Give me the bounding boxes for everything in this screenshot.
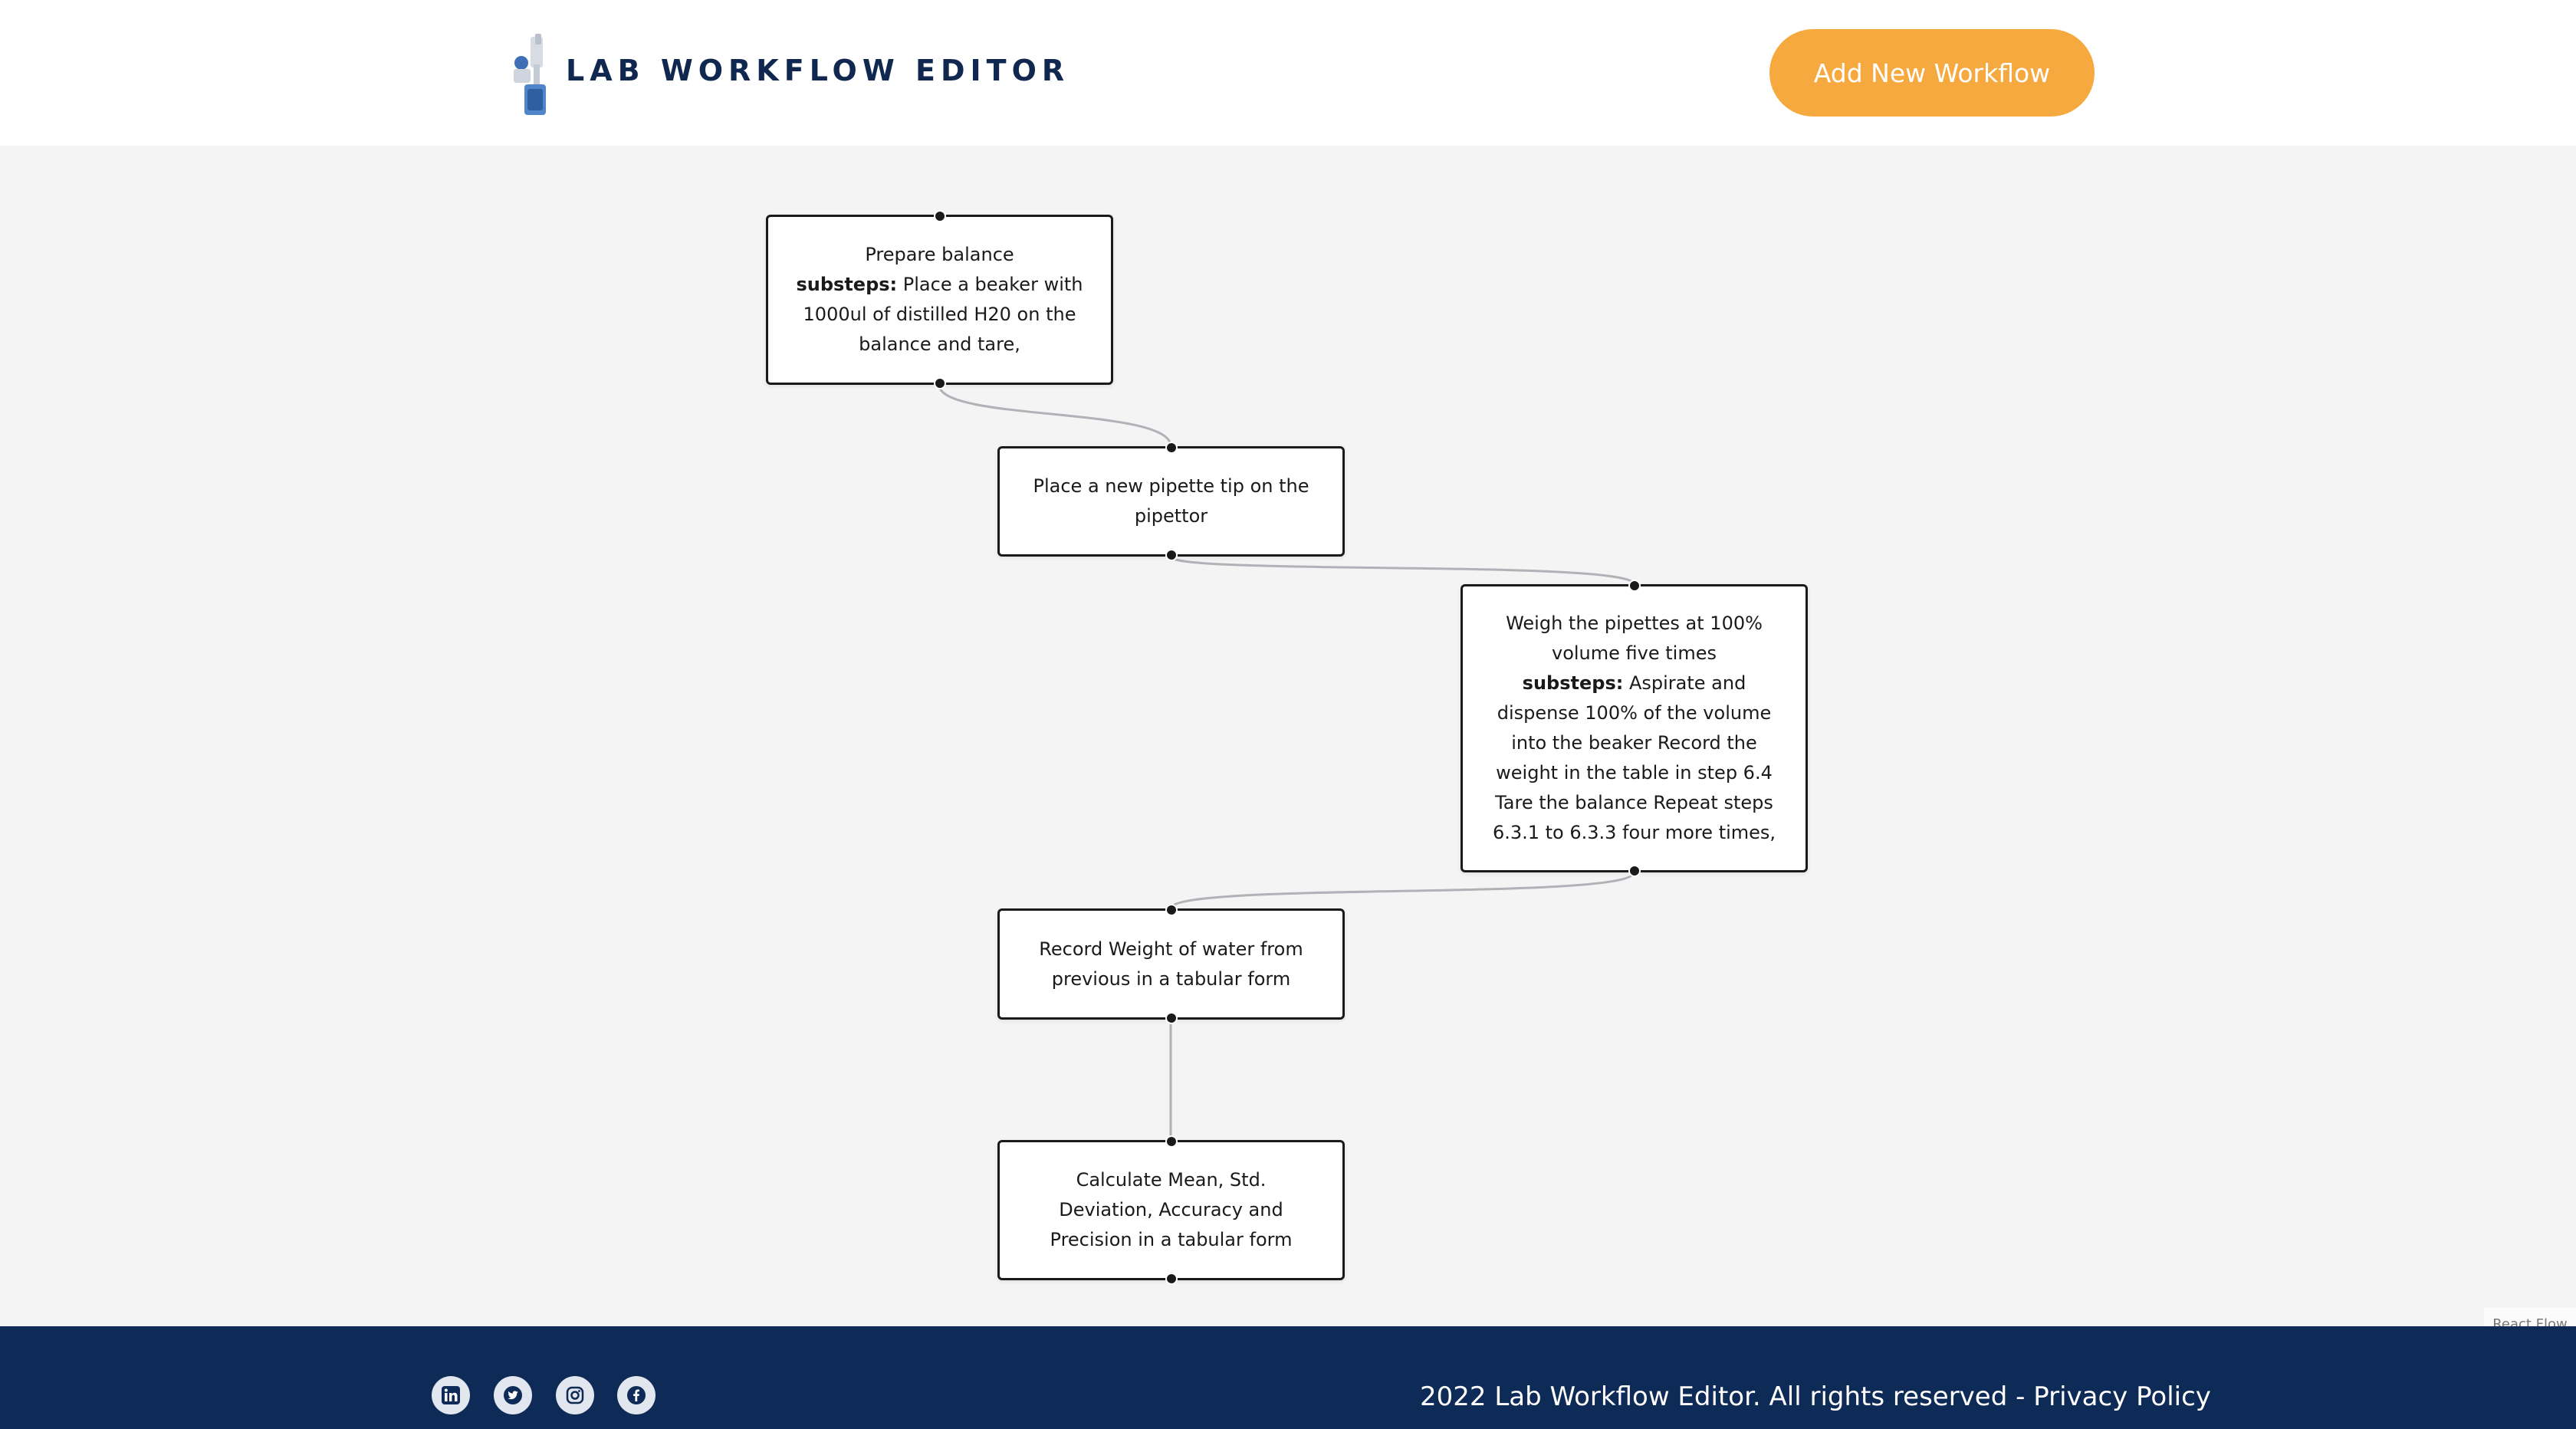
workflow-canvas[interactable]: Prepare balance substeps: Place a beaker…: [0, 146, 2576, 1326]
footer-copyright: 2022 Lab Workflow Editor. All rights res…: [1420, 1381, 2211, 1412]
substeps-label: substeps:: [796, 274, 898, 295]
node-source-handle[interactable]: [1628, 865, 1641, 877]
edge-3-4: [1169, 872, 1635, 909]
app-title: LAB WORKFLOW EDITOR: [566, 54, 1070, 87]
workflow-node[interactable]: Prepare balance substeps: Place a beaker…: [766, 210, 1113, 389]
header-bar: LAB WORKFLOW EDITOR Add New Workflow: [0, 0, 2576, 146]
add-new-workflow-button[interactable]: Add New Workflow: [1769, 29, 2095, 117]
workflow-node[interactable]: Calculate Mean, Std. Deviation, Accuracy…: [997, 1135, 1345, 1285]
substeps-label: substeps:: [1522, 672, 1624, 694]
lab-robot-logo-icon: [514, 34, 546, 115]
node-target-handle[interactable]: [1628, 580, 1641, 592]
twitter-icon[interactable]: [494, 1376, 532, 1414]
node-source-handle[interactable]: [1165, 549, 1178, 561]
node-title: Calculate Mean, Std. Deviation, Accuracy…: [1050, 1169, 1293, 1250]
node-substeps: substeps: Place a beaker with 1000ul of …: [796, 270, 1083, 360]
privacy-policy-link[interactable]: Privacy Policy: [2033, 1381, 2211, 1412]
edge-1-2: [938, 384, 1172, 447]
workflow-node[interactable]: Place a new pipette tip on the pipettor: [997, 442, 1345, 561]
node-target-handle[interactable]: [1165, 904, 1178, 916]
node-target-handle[interactable]: [933, 210, 946, 222]
footer: [0, 1326, 2576, 1429]
node-source-handle[interactable]: [1165, 1012, 1178, 1024]
node-source-handle[interactable]: [1165, 1273, 1178, 1285]
node-title: Prepare balance: [865, 244, 1014, 265]
node-target-handle[interactable]: [1165, 1135, 1178, 1148]
copyright-text: 2022 Lab Workflow Editor. All rights res…: [1420, 1381, 2034, 1412]
node-title: Record Weight of water from previous in …: [1039, 938, 1303, 990]
node-substeps: substeps: Aspirate and dispense 100% of …: [1490, 669, 1778, 848]
edge-2-3: [1169, 555, 1635, 585]
workflow-node[interactable]: Record Weight of water from previous in …: [997, 904, 1345, 1024]
facebook-icon[interactable]: [617, 1376, 656, 1414]
node-source-handle[interactable]: [933, 377, 946, 389]
linkedin-icon[interactable]: [432, 1376, 470, 1414]
instagram-icon[interactable]: [556, 1376, 594, 1414]
substeps-text: Aspirate and dispense 100% of the volume…: [1492, 672, 1776, 843]
node-title: Weigh the pipettes at 100% volume five t…: [1506, 613, 1763, 664]
workflow-node[interactable]: Weigh the pipettes at 100% volume five t…: [1460, 580, 1808, 877]
node-target-handle[interactable]: [1165, 442, 1178, 454]
node-title: Place a new pipette tip on the pipettor: [1033, 475, 1309, 527]
